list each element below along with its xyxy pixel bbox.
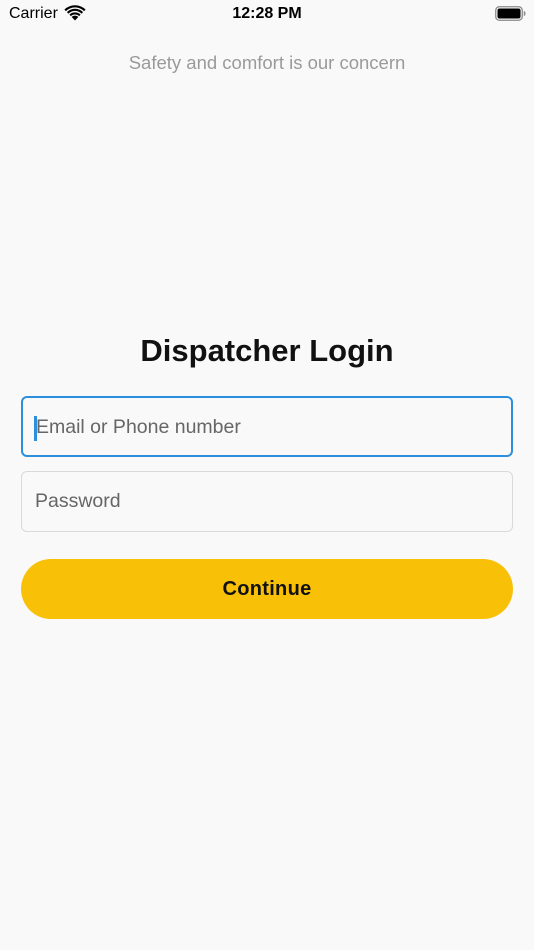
- continue-button-label: Continue: [222, 578, 312, 600]
- email-field[interactable]: Email or Phone number: [21, 396, 513, 457]
- tagline: Safety and comfort is our concern: [128, 52, 406, 73]
- clock: 12:28 PM: [232, 5, 302, 22]
- page-title: Dispatcher Login: [140, 333, 394, 368]
- email-placeholder: Email or Phone number: [36, 416, 241, 438]
- battery-icon: [495, 6, 526, 21]
- login-screen: Carrier 12:28 PM Safety and comfort is o…: [0, 0, 534, 950]
- status-bar: Carrier 12:28 PM: [0, 0, 534, 28]
- continue-button[interactable]: Continue: [21, 559, 513, 619]
- password-field[interactable]: Password: [21, 471, 513, 532]
- password-placeholder: Password: [35, 490, 121, 512]
